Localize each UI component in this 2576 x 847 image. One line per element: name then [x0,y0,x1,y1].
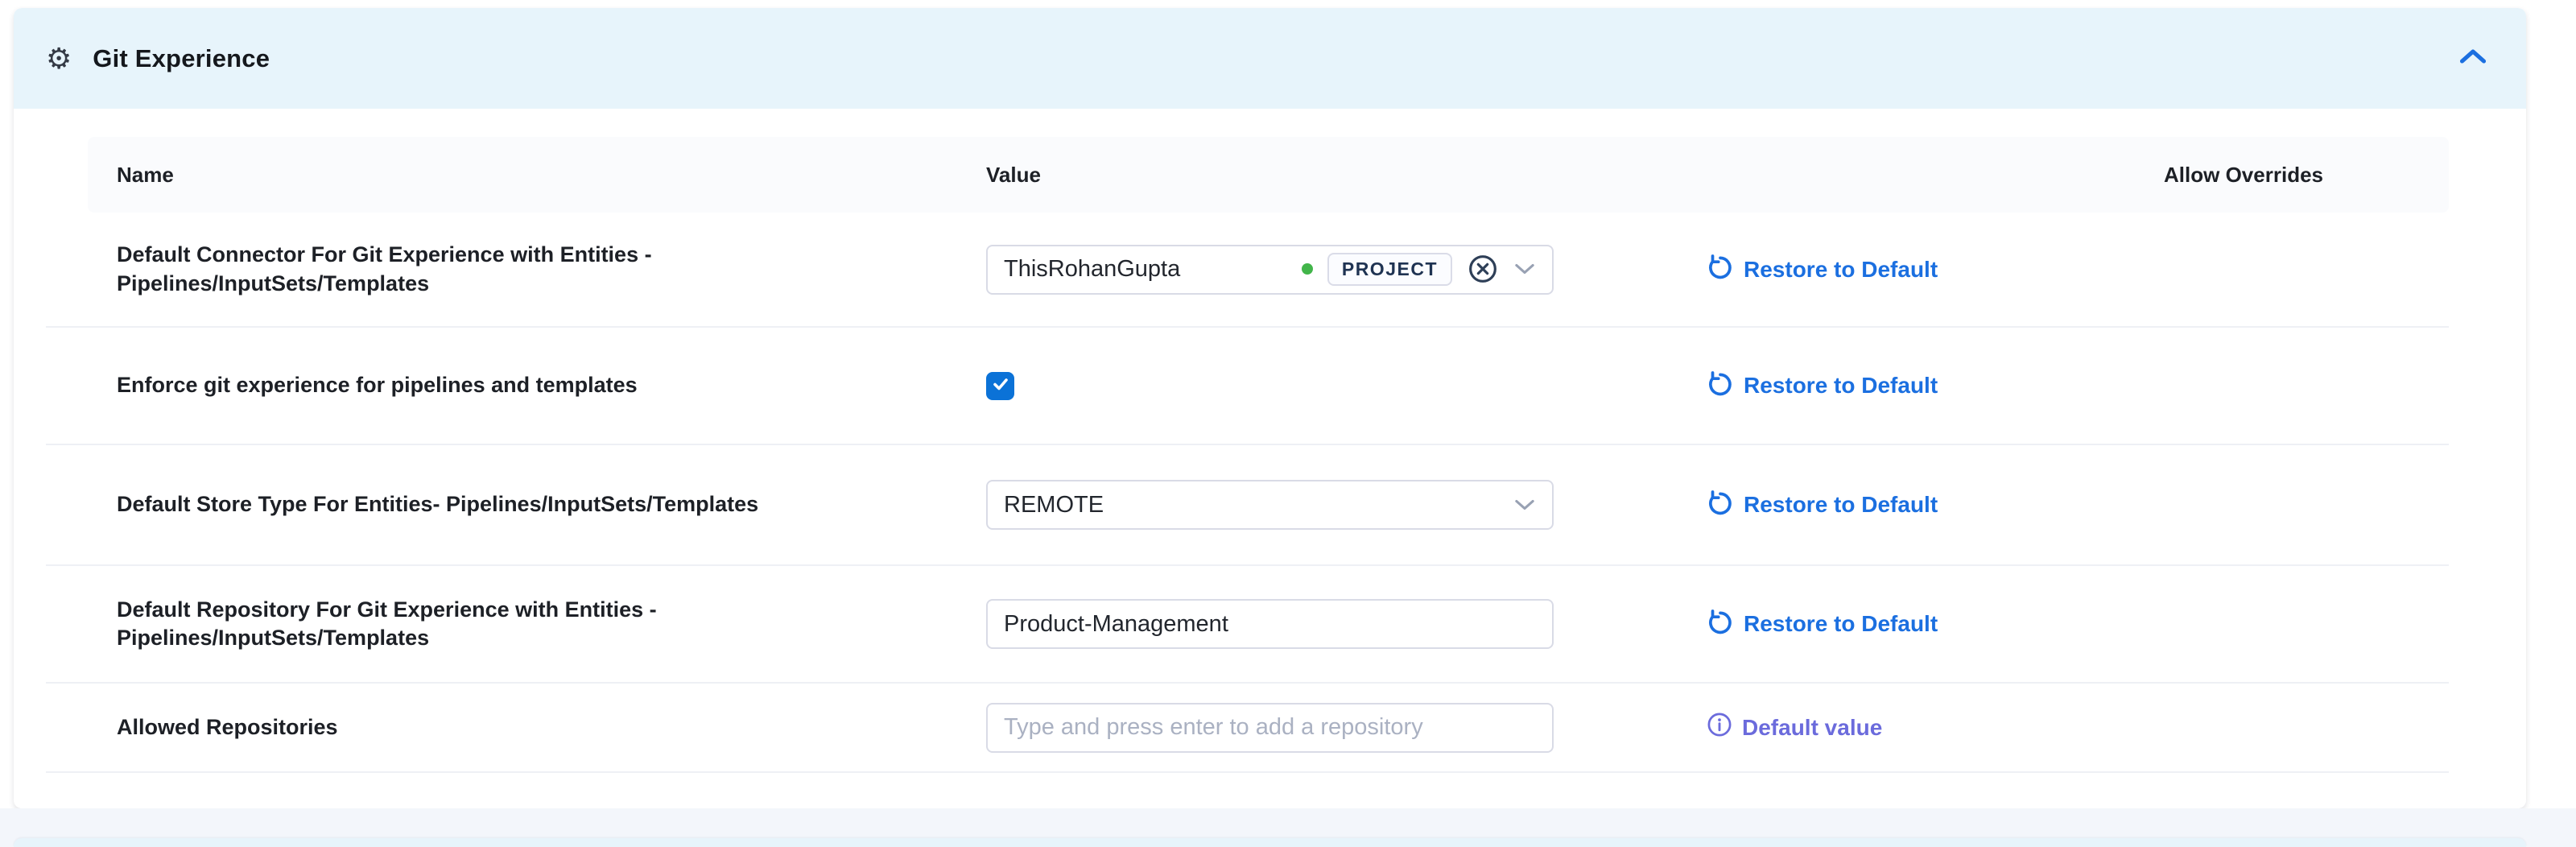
chevron-up-icon [2458,47,2487,70]
chevron-down-icon[interactable] [1513,262,1536,276]
gear-icon: ⚙ [46,44,72,73]
git-experience-settings-card: ⚙ Git Experience Name Value Allow Overri… [14,8,2526,808]
chevron-down-icon[interactable] [1513,498,1536,512]
column-header-name: Name [117,163,986,188]
reset-icon [1707,370,1734,403]
section-title: Git Experience [93,44,270,73]
store-type-value: REMOTE [1004,492,1104,519]
action-label: Restore to Default [1744,492,1938,518]
action-label: Restore to Default [1744,373,1938,399]
reset-icon [1707,608,1734,641]
restore-to-default-button[interactable]: Restore to Default [1707,370,2449,403]
reset-icon [1707,253,1734,286]
page-background-strip [0,808,2576,847]
check-icon [991,374,1010,398]
section-header[interactable]: ⚙ Git Experience [14,8,2526,109]
default-repository-input[interactable] [1004,611,1536,638]
default-connector-select[interactable]: ThisRohanGupta PROJECT [986,245,1554,295]
allowed-repositories-field [986,703,1554,753]
action-label: Restore to Default [1744,611,1938,637]
restore-to-default-button[interactable]: Restore to Default [1707,489,2449,522]
enforce-git-experience-checkbox[interactable] [986,372,1014,400]
table-row: Default Repository For Git Experience wi… [46,566,2449,684]
setting-label: Default Store Type For Entities- Pipelin… [117,490,986,519]
table-header-row: Name Value Allow Overrides [88,137,2449,213]
collapse-section-button[interactable] [2458,47,2487,70]
allowed-repositories-input[interactable] [1004,714,1536,741]
store-type-dropdown[interactable]: REMOTE [986,480,1554,530]
table-row: Allowed Repositories Default value [46,684,2449,773]
settings-table: Name Value Allow Overrides Default Conne… [46,137,2449,773]
reset-icon [1707,489,1734,522]
default-value-indicator[interactable]: Default value [1707,712,2449,743]
setting-label: Allowed Repositories [117,713,986,742]
table-row: Enforce git experience for pipelines and… [46,328,2449,445]
action-label: Default value [1742,715,1882,741]
clear-connector-icon[interactable] [1467,253,1499,285]
table-row: Default Connector For Git Experience wit… [46,213,2449,328]
restore-to-default-button[interactable]: Restore to Default [1707,608,2449,641]
restore-to-default-button[interactable]: Restore to Default [1707,253,2449,286]
default-repository-field [986,599,1554,649]
setting-label: Default Connector For Git Experience wit… [117,241,986,297]
connector-status-dot [1302,263,1313,275]
column-header-value: Value [986,163,1707,188]
action-label: Restore to Default [1744,257,1938,283]
info-icon [1707,712,1732,743]
connector-value: ThisRohanGupta [1004,256,1180,283]
setting-label: Default Repository For Git Experience wi… [117,596,986,652]
next-section-card-top [14,838,2526,847]
column-header-allow-overrides: Allow Overrides [2164,163,2449,188]
scope-badge: PROJECT [1327,253,1452,286]
table-row: Default Store Type For Entities- Pipelin… [46,445,2449,566]
setting-label: Enforce git experience for pipelines and… [117,371,986,399]
